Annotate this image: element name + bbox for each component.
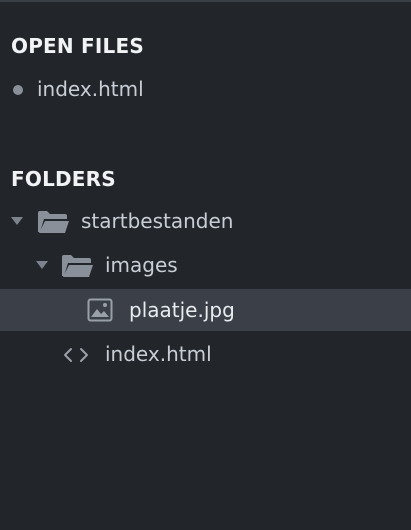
tree-item-images[interactable]: images xyxy=(0,245,411,285)
tree-item-label: images xyxy=(105,253,178,277)
image-file-icon xyxy=(87,298,113,322)
folder-open-icon xyxy=(62,255,93,277)
tree-item-index-html[interactable]: index.html xyxy=(0,334,411,374)
folders-heading: FOLDERS xyxy=(11,167,116,191)
code-file-icon xyxy=(64,348,88,362)
folder-open-icon xyxy=(38,211,69,233)
tree-item-label: plaatje.jpg xyxy=(129,298,235,322)
dot-icon xyxy=(13,85,23,95)
tree-item-label: startbestanden xyxy=(81,209,234,233)
tree-item-label: index.html xyxy=(105,342,212,366)
tree-item-startbestanden[interactable]: startbestanden xyxy=(0,201,411,241)
chevron-down-icon[interactable] xyxy=(35,259,49,271)
open-files-heading: OPEN FILES xyxy=(11,34,144,58)
open-file-label: index.html xyxy=(37,77,144,101)
sidebar: OPEN FILES index.html FOLDERS startbesta… xyxy=(0,0,411,530)
tree-item-plaatje-jpg[interactable]: plaatje.jpg xyxy=(0,289,411,331)
open-file-item[interactable]: index.html xyxy=(0,69,411,109)
chevron-down-icon[interactable] xyxy=(10,215,24,227)
